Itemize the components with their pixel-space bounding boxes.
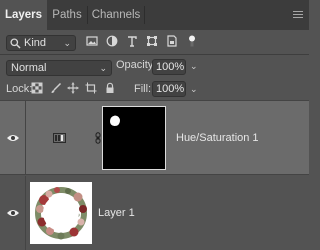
hue-saturation-adjustment-icon[interactable] [53, 133, 66, 143]
visibility-toggle[interactable] [0, 101, 26, 174]
layer-name[interactable]: Hue/Saturation 1 [176, 101, 259, 174]
lock-image-pixels-icon[interactable] [50, 82, 62, 94]
smart-object-filter-icon[interactable] [166, 35, 178, 47]
eye-icon [7, 134, 19, 141]
opacity-dropdown-icon[interactable]: ⌄ [190, 61, 198, 72]
layer-name[interactable]: Layer 1 [98, 176, 135, 250]
lock-position-icon[interactable] [67, 82, 79, 94]
layer-mask-thumbnail[interactable] [102, 106, 166, 170]
eye-icon [7, 210, 19, 216]
blend-mode-select[interactable]: Normal ⌄ [6, 60, 112, 76]
type-filter-icon[interactable] [126, 35, 138, 47]
blend-mode-value: Normal [11, 62, 47, 74]
chevron-down-icon: ⌄ [99, 63, 107, 73]
visibility-toggle[interactable] [0, 176, 26, 250]
lock-all-icon[interactable] [104, 82, 116, 94]
kind-filter-select[interactable]: Kind ⌄ [6, 35, 76, 51]
opacity-value: 100% [156, 61, 185, 73]
chevron-down-icon: ⌄ [63, 38, 71, 48]
tab-paths[interactable]: Paths [47, 0, 87, 30]
layer-row-hue-saturation[interactable]: Hue/Saturation 1 [0, 100, 309, 175]
mask-link-icon[interactable] [95, 132, 101, 144]
mask-white-shape [109, 115, 120, 126]
tab-channels[interactable]: Channels [88, 0, 144, 30]
opacity-field[interactable]: 100% [152, 59, 186, 75]
lock-label: Lock: [6, 83, 33, 95]
lock-artboard-icon[interactable] [85, 82, 97, 94]
tab-separator [144, 6, 145, 24]
fill-dropdown-icon[interactable]: ⌄ [190, 84, 198, 95]
tab-layers[interactable]: Layers [0, 0, 47, 30]
layer-thumbnail[interactable] [30, 182, 92, 244]
filter-toggle-icon[interactable] [186, 35, 198, 47]
layers-panel: Layers Paths Channels Kind ⌄ Normal ⌄ Op… [0, 0, 309, 250]
floral-wreath-image [35, 187, 87, 240]
adjustment-filter-icon[interactable] [106, 35, 118, 47]
pixel-filter-icon[interactable] [86, 35, 98, 47]
fill-field[interactable]: 100% [152, 81, 186, 97]
opacity-label: Opacity: [116, 59, 157, 71]
panel-tab-bar: Layers Paths Channels [0, 0, 309, 30]
lock-transparent-pixels-icon[interactable] [31, 82, 43, 94]
shape-filter-icon[interactable] [146, 35, 158, 47]
panel-menu-icon[interactable] [293, 11, 303, 19]
fill-label: Fill: [134, 83, 152, 95]
fill-value: 100% [156, 83, 185, 95]
layer-row-layer-1[interactable]: Layer 1 [0, 176, 309, 250]
search-icon [10, 38, 21, 49]
kind-filter-label: Kind [24, 37, 47, 49]
